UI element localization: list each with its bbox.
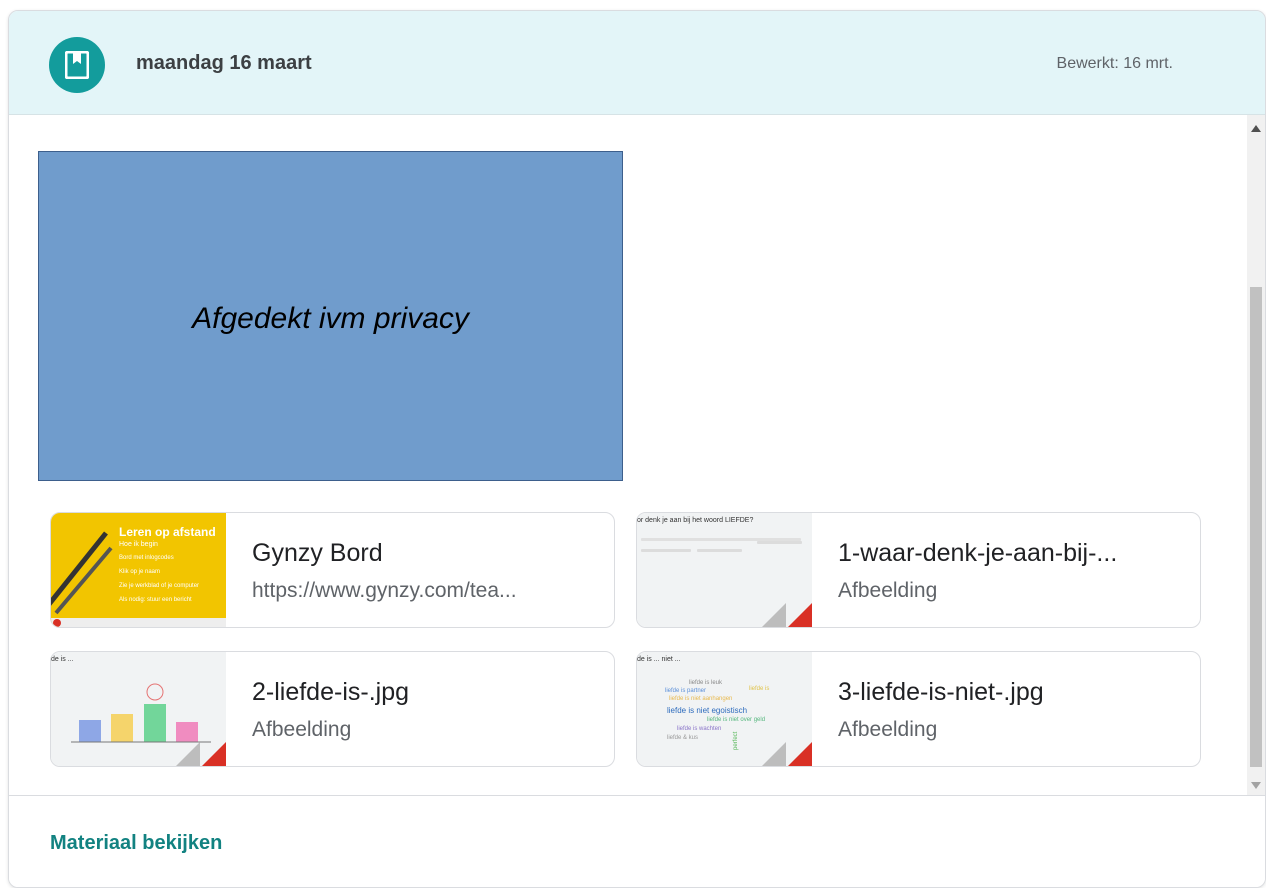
attachment-name: Gynzy Bord (252, 539, 383, 567)
thumbnail-word: liefde is wachten (677, 726, 722, 732)
attachment-thumbnail: Leren op afstand Hoe ik begin Bord met i… (51, 513, 226, 627)
attachment-card-1-waar-denk-je[interactable]: or denk je aan bij het woord LIEFDE? 1-w… (636, 512, 1201, 628)
image-file-badge (786, 742, 812, 766)
thumbnail-word: liefde is (749, 686, 770, 692)
thumbnail-row: Klik op je naam (119, 569, 161, 575)
thumbnail-word: perfect (733, 731, 739, 750)
attachment-card-gynzy[interactable]: Leren op afstand Hoe ik begin Bord met i… (50, 512, 615, 628)
thumbnail-line (757, 541, 802, 544)
page-fold (760, 603, 786, 627)
edited-date: Bewerkt: 16 mrt. (1056, 55, 1173, 72)
thumbnail-word: liefde is niet aanhangen (669, 696, 733, 702)
image-file-badge (200, 742, 226, 766)
thumbnail-title: or denk je aan bij het woord LIEFDE? (637, 517, 754, 524)
scroll-up-icon[interactable] (1251, 125, 1261, 132)
thumbnail-word: liefde is niet over geld (707, 717, 766, 723)
privacy-cover-text: Afgedekt ivm privacy (192, 302, 469, 335)
attachment-subtitle: Afbeelding (252, 718, 352, 741)
attachment-subtitle: Afbeelding (838, 579, 938, 602)
thumbnail-row: Bord met inlogcodes (119, 555, 174, 561)
card-footer: Materiaal bekijken (9, 795, 1265, 887)
thumbnail-word: liefde is partner (665, 688, 707, 694)
attachment-name: 1-waar-denk-je-aan-bij-... (838, 539, 1118, 567)
thumbnail-word: liefde is niet egoistisch (667, 706, 748, 715)
content-scroll-area[interactable]: Afgedekt ivm privacy Leren op afstand Ho… (9, 115, 1247, 795)
attachment-name: 3-liefde-is-niet-.jpg (838, 678, 1044, 706)
privacy-cover: Afgedekt ivm privacy (38, 151, 623, 481)
clipped-text-line (49, 115, 1069, 119)
attachment-subtitle: Afbeelding (838, 718, 938, 741)
attachment-card-2-liefde-is[interactable]: de is ... 2-liefde-is-.jpg Afbeelding (50, 651, 615, 767)
page-fold (760, 742, 786, 766)
attachment-card-3-liefde-is-niet[interactable]: de is ... niet ... liefde is leuk liefde… (636, 651, 1201, 767)
note-card: maandag 16 maart Bewerkt: 16 mrt. Afgede… (8, 10, 1266, 888)
scroll-down-icon[interactable] (1251, 782, 1261, 789)
thumbnail-title: de is ... niet ... (637, 656, 681, 663)
thumbnail-word: liefde is leuk (689, 680, 723, 686)
thumbnail-word: liefde & kus (667, 735, 699, 741)
page-fold (174, 742, 200, 766)
vertical-scrollbar[interactable] (1247, 115, 1265, 797)
page-title: maandag 16 maart (136, 52, 312, 74)
scrollbar-thumb[interactable] (1250, 287, 1262, 767)
thumbnail-row: Zie je werkblad of je computer (119, 583, 200, 589)
card-header: maandag 16 maart Bewerkt: 16 mrt. (9, 11, 1265, 115)
thumbnail-line (697, 549, 742, 552)
attachment-thumbnail: de is ... niet ... liefde is leuk liefde… (637, 652, 812, 766)
attachment-name: 2-liefde-is-.jpg (252, 678, 410, 706)
attachment-subtitle: https://www.gynzy.com/tea... (252, 579, 517, 602)
thumbnail-row: Als nodig: stuur een bericht (119, 597, 192, 603)
image-file-badge (786, 603, 812, 627)
bookmark-icon (49, 37, 105, 93)
thumbnail-subtitle: Hoe ik begin (119, 541, 158, 548)
thumbnail-line (641, 549, 691, 552)
attachment-thumbnail: or denk je aan bij het woord LIEFDE? (637, 513, 812, 627)
view-material-link[interactable]: Materiaal bekijken (50, 832, 222, 855)
thumbnail-title: Leren op afstand (119, 525, 216, 539)
attachment-thumbnail: de is ... (51, 652, 226, 766)
